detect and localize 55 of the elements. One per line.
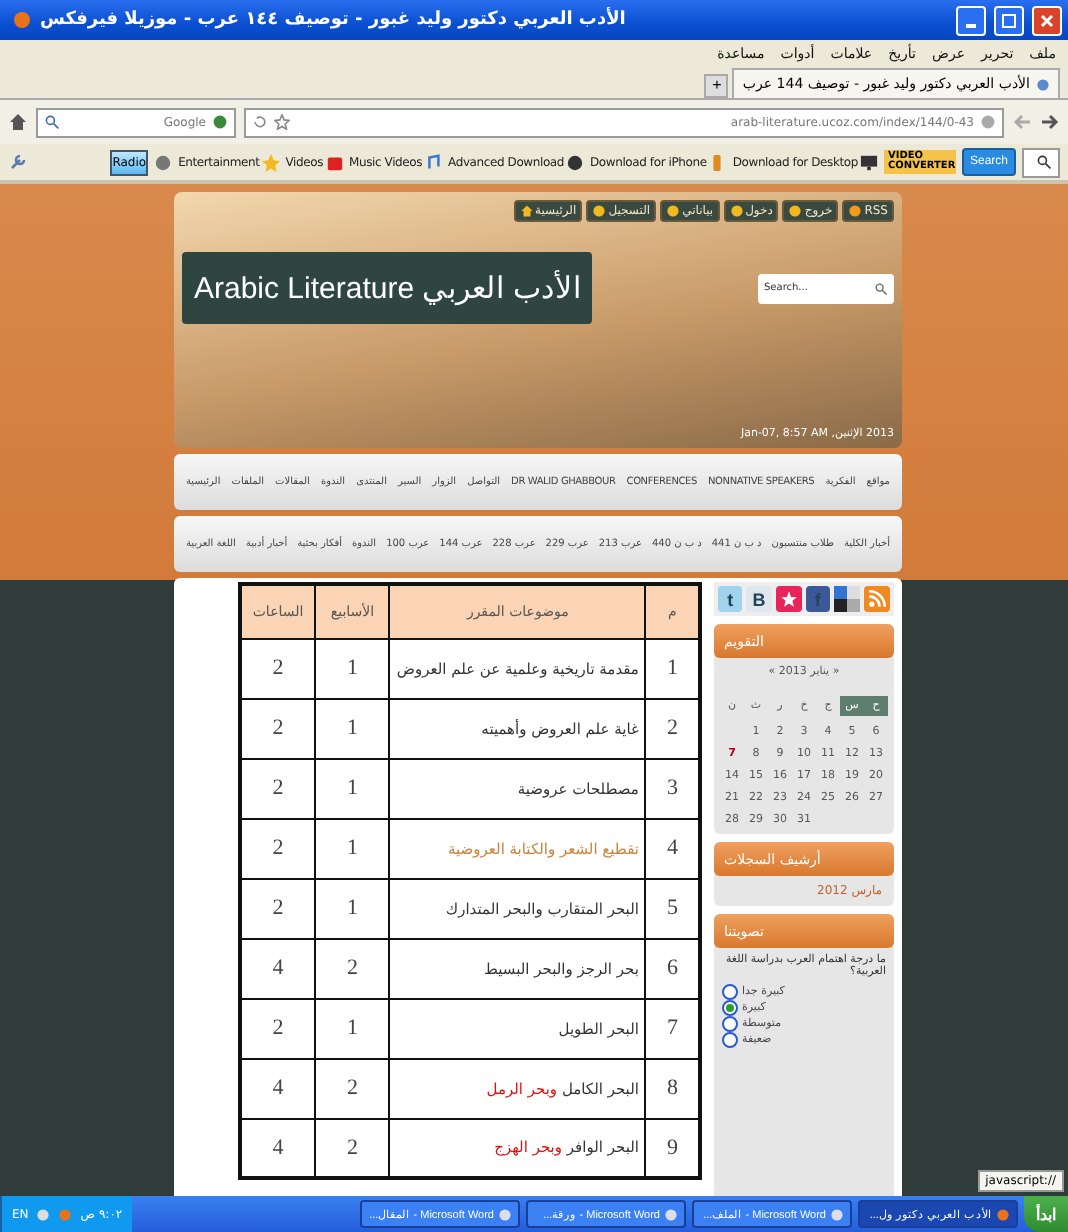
wrench-icon [8,152,28,172]
table-cell: 1 [315,878,390,938]
radio-button[interactable] [722,1032,738,1048]
back-arrow-icon [1012,112,1032,132]
radio-button[interactable] [722,1000,738,1016]
site-logo: الأدب العربي Arabic Literature [182,252,593,324]
home-icon [8,112,28,132]
letter-icon[interactable]: B [746,586,772,612]
squares-icon [833,586,860,612]
table-cell: 2 [315,1058,390,1118]
search-icon [1036,154,1052,170]
table-cell: 1 [315,758,390,818]
star-icon [274,114,290,130]
table-cell: 6 [645,938,700,998]
maximize-icon [1002,13,1016,27]
browser-logo-icon [12,10,32,30]
app-icon [664,1207,678,1221]
table-cell: 3 [645,758,700,818]
table-cell: 5 [645,878,700,938]
close-button[interactable] [1032,5,1062,35]
coin-icon [566,153,584,171]
table-cell: 1 [315,818,390,878]
table-cell: 1 [315,998,390,1058]
forward-arrow-icon [1040,112,1060,132]
letter-icon[interactable]: t [718,586,743,612]
toolbar-search-field[interactable] [1022,147,1060,177]
table-cell: 1 [315,638,390,698]
app-icon [996,1207,1010,1221]
tv-icon [325,153,344,171]
radio-button[interactable] [722,1016,738,1032]
phone-icon [708,153,727,171]
window-title: الأدب العربي دكتور وليد غبور - توصيف ١٤٤ عرب - موزيلا فيرفكس [40,10,628,30]
table-cell: 7 [645,998,700,1058]
search-icon [874,281,888,295]
radio-button[interactable] [722,984,738,1000]
table-cell: 2 [315,938,390,998]
minimize-button[interactable] [956,5,986,35]
table-cell: 1 [645,638,700,698]
table-cell: 2 [645,698,700,758]
app-icon [830,1207,844,1221]
close-icon [1040,13,1054,27]
reload-icon [252,114,268,130]
home-icon [519,204,534,218]
table-cell: 4 [645,818,700,878]
app-icon [498,1207,512,1221]
new-tab-button[interactable]: + [704,74,729,98]
search-icon [44,114,60,130]
star-icon [261,153,280,171]
table-cell: 1 [315,698,390,758]
maximize-button[interactable] [994,5,1024,35]
star-icon [775,586,802,612]
start-button[interactable]: ابدأ [1024,1196,1068,1232]
table-cell: 8 [645,1058,700,1118]
music-note-icon [424,153,443,171]
monitor-icon [859,153,878,171]
